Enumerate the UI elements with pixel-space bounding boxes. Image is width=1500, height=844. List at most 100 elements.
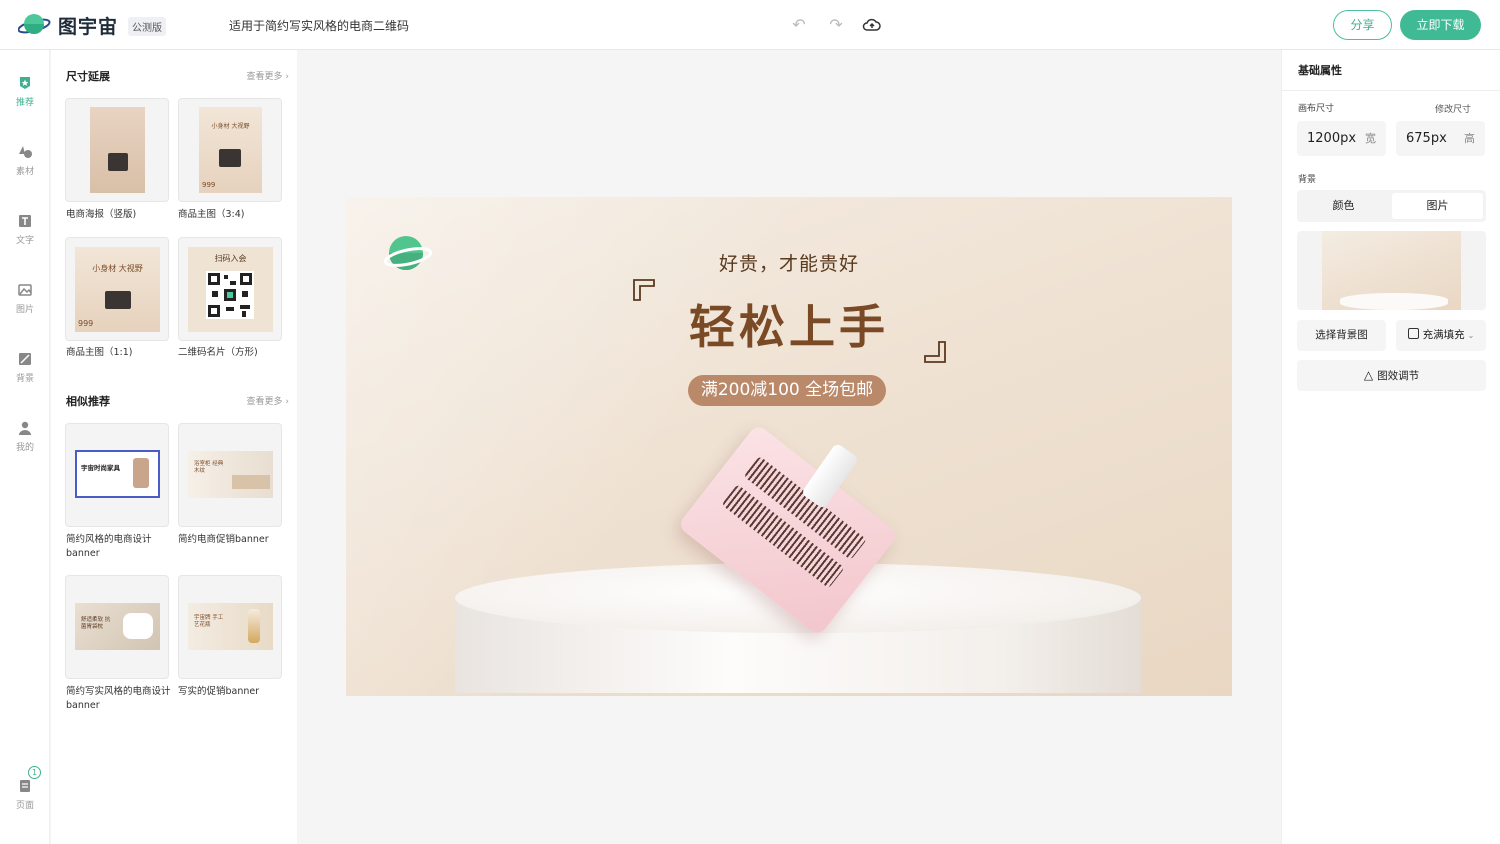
- nav-background[interactable]: 背景: [0, 351, 50, 384]
- nav-recommend[interactable]: 推荐: [0, 75, 50, 108]
- thumb-title: 舒适柔软 抗菌胃袋枕: [81, 617, 111, 630]
- pages-icon: [20, 780, 30, 792]
- podium-image: [1340, 293, 1448, 310]
- star-icon: [20, 77, 30, 89]
- nav-label: 推荐: [15, 98, 34, 108]
- see-more-label: 查看更多: [246, 397, 283, 407]
- chevron-down-icon: ⌄: [1467, 331, 1475, 340]
- width-unit: 宽: [1365, 132, 1376, 145]
- projector-image: [219, 149, 241, 167]
- design-canvas[interactable]: 好贵，才能贵好 轻松上手 满200减100 全场包邮: [346, 197, 1232, 696]
- fill-mode-select[interactable]: 充满填充 ⌄: [1396, 320, 1486, 351]
- effects-label: 图效调节: [1377, 370, 1420, 382]
- background-preview[interactable]: [1297, 231, 1486, 310]
- nav-pages[interactable]: 页面: [0, 778, 50, 811]
- background-preview-image: [1322, 231, 1461, 310]
- template-card[interactable]: 扫码入会: [178, 237, 282, 341]
- chevron-right-icon: ›: [285, 72, 289, 82]
- see-more-link[interactable]: 查看更多 ›: [247, 69, 290, 82]
- width-input[interactable]: 1200px 宽: [1297, 121, 1386, 156]
- nav-mine[interactable]: 我的: [0, 420, 50, 453]
- card-label: 写实的促销banner: [178, 686, 260, 697]
- nav-images[interactable]: 图片: [0, 282, 50, 315]
- height-unit: 高: [1464, 132, 1475, 145]
- undo-icon[interactable]: ↶: [789, 15, 809, 35]
- thumb-title: 扫码入会: [214, 254, 247, 263]
- effects-adjust-button[interactable]: △ 图效调节: [1297, 360, 1486, 391]
- section-title-similar: 相似推荐: [66, 395, 110, 408]
- download-button[interactable]: 立即下载: [1400, 10, 1481, 40]
- qr-code-icon: [206, 271, 254, 319]
- thumb-title: 小身材 大视野: [92, 264, 143, 273]
- effects-icon: △: [1363, 368, 1374, 382]
- choose-background-button[interactable]: 选择背景图: [1297, 320, 1386, 351]
- shapes-icon: [19, 146, 32, 158]
- properties-panel: 基础属性 画布尺寸 修改尺寸 1200px 宽 675px 高 背景 颜色 图片…: [1281, 50, 1500, 844]
- thumb-price: 999: [78, 319, 94, 328]
- card-label: 商品主图（1:1): [66, 347, 133, 358]
- template-card[interactable]: 宇宙牌 手工艺花瓶: [178, 575, 282, 679]
- template-card[interactable]: 小身材 大视野 999: [178, 98, 282, 202]
- design-subtitle[interactable]: 好贵，才能贵好: [346, 249, 1232, 276]
- user-icon: [19, 421, 31, 435]
- chevron-right-icon: ›: [285, 397, 289, 407]
- thumbnail-banner: 浴室柜 经典木纹: [188, 451, 273, 498]
- thumbnail-banner: 舒适柔软 抗菌胃袋枕: [75, 603, 160, 650]
- tab-image[interactable]: 图片: [1392, 193, 1483, 219]
- panel-title: 基础属性: [1298, 64, 1342, 77]
- left-nav: 推荐 素材 文字 图片 背景 我的 1 页面: [0, 50, 50, 844]
- thumbnail-banner: 宇宙牌 手工艺花瓶: [188, 603, 273, 650]
- see-more-link[interactable]: 查看更多 ›: [247, 394, 290, 407]
- template-card[interactable]: 舒适柔软 抗菌胃袋枕: [65, 575, 169, 679]
- text-icon: [19, 215, 31, 227]
- thumbnail-poster: [90, 107, 145, 193]
- nav-label: 我的: [15, 443, 34, 453]
- card-label: 简约电商促销banner: [178, 534, 269, 545]
- fill-mode-label: 充满填充: [1422, 329, 1465, 341]
- template-card[interactable]: [65, 98, 169, 202]
- nav-label: 页面: [15, 801, 34, 811]
- projector-image: [105, 291, 131, 309]
- cloud-upload-icon[interactable]: [862, 15, 882, 35]
- background-type-toggle: 颜色 图片: [1297, 190, 1486, 222]
- nav-materials[interactable]: 素材: [0, 144, 50, 177]
- thumbnail-poster: 小身材 大视野 999: [75, 247, 160, 332]
- fill-frame-icon: [1407, 328, 1419, 339]
- card-label: 电商海报（竖版): [66, 209, 137, 220]
- template-card[interactable]: 浴室柜 经典木纹: [178, 423, 282, 527]
- height-value: 675px: [1406, 131, 1447, 146]
- promo-pill[interactable]: 满200减100 全场包邮: [688, 375, 886, 406]
- card-label: 二维码名片（方形): [178, 347, 258, 358]
- image-icon: [18, 284, 32, 296]
- template-card[interactable]: 小身材 大视野 999: [65, 237, 169, 341]
- design-headline[interactable]: 轻松上手: [346, 291, 1232, 357]
- document-title[interactable]: 适用于简约写实风格的电商二维码: [229, 17, 409, 34]
- nav-text[interactable]: 文字: [0, 213, 50, 246]
- see-more-label: 查看更多: [246, 72, 283, 82]
- tab-color[interactable]: 颜色: [1297, 190, 1390, 222]
- cabinet-image: [232, 475, 270, 489]
- thumbnail-qr: 扫码入会: [188, 247, 273, 332]
- nav-label: 图片: [15, 305, 34, 315]
- section-title-size-extend: 尺寸延展: [66, 70, 110, 83]
- share-button[interactable]: 分享: [1333, 10, 1392, 40]
- card-label: 商品主图（3:4): [178, 209, 245, 220]
- card-label: 简约写实风格的电商设计banner: [66, 686, 171, 711]
- width-value: 1200px: [1307, 131, 1357, 146]
- resize-link[interactable]: 修改尺寸: [1435, 102, 1471, 115]
- brand-name[interactable]: 图宇宙: [58, 12, 118, 39]
- template-panel: 尺寸延展 查看更多 › 电商海报（竖版) 小身材 大视野 999 商品主图（3:…: [51, 50, 297, 844]
- redo-icon[interactable]: ↷: [826, 15, 846, 35]
- template-card[interactable]: 宇宙时尚家具: [65, 423, 169, 527]
- nav-label: 文字: [15, 236, 34, 246]
- projector-image: [108, 153, 128, 171]
- logo-planet-icon[interactable]: [18, 12, 52, 38]
- thumb-title: 浴室柜 经典木纹: [194, 461, 224, 474]
- chair-image: [133, 458, 149, 488]
- beta-badge: 公测版: [128, 17, 166, 36]
- card-label: 简约风格的电商设计banner: [66, 534, 152, 559]
- vase-image: [248, 609, 260, 643]
- canvas-size-label: 画布尺寸: [1298, 104, 1335, 114]
- thumbnail-banner: 宇宙时尚家具: [75, 450, 160, 498]
- height-input[interactable]: 675px 高: [1396, 121, 1485, 156]
